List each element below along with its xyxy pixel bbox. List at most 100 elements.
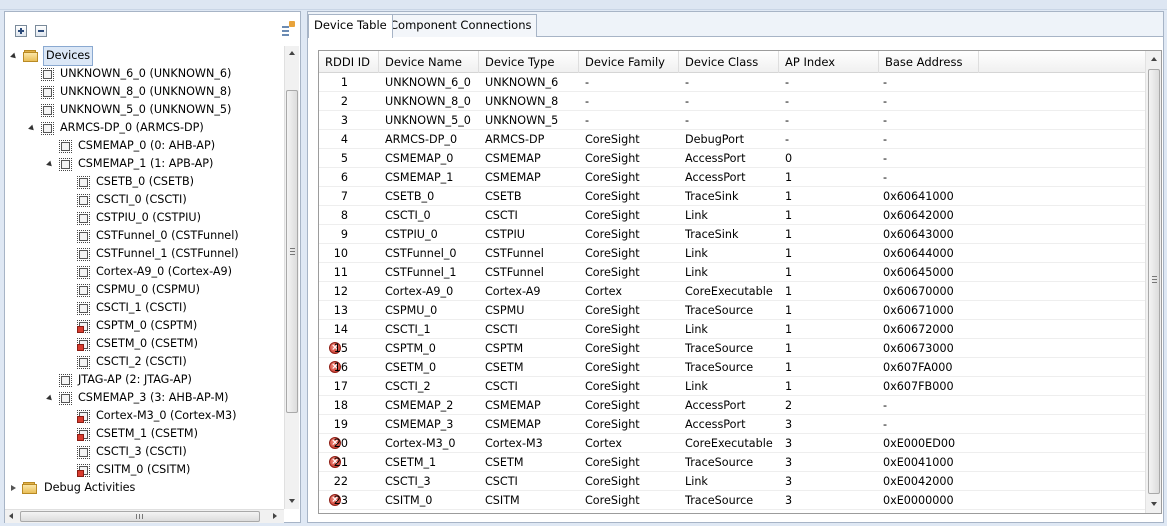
tree-item[interactable]: CSTFunnel_0 (CSTFunnel) [65, 227, 241, 245]
tree-item[interactable]: CSETM_1 (CSETM) [65, 425, 200, 443]
expanded-arrow-icon[interactable] [28, 124, 36, 132]
tab-component-connections[interactable]: Component Connections [384, 14, 538, 37]
cell-type: CSCTI [485, 323, 518, 336]
tree-item[interactable]: CSTFunnel_1 (CSTFunnel) [65, 245, 241, 263]
tree-item[interactable]: CSTPIU_0 (CSTPIU) [65, 209, 203, 227]
table-row[interactable]: 6 CSMEMAP_1 CSMEMAP CoreSight AccessPort 1 - [319, 168, 1145, 187]
tree-item[interactable]: CSETM_0 (CSETM) [65, 335, 200, 353]
tree-item[interactable]: CSCTI_1 (CSCTI) [65, 299, 189, 317]
scroll-up-icon[interactable] [289, 51, 295, 55]
expand-all-icon[interactable] [15, 25, 27, 37]
table-row[interactable]: 8 CSCTI_0 CSCTI CoreSight Link 1 0x60642000 [319, 206, 1145, 225]
tree-item[interactable]: CSMEMAP_0 (0: AHB-AP) [47, 137, 217, 155]
table-row[interactable]: × 15 CSPTM_0 CSPTM CoreSight TraceSource 1 0x60… [319, 339, 1145, 358]
tree-horizontal-scroll-thumb[interactable] [20, 511, 260, 522]
column-header-device-type[interactable]: Device Type [479, 51, 579, 73]
expanded-arrow-icon[interactable] [10, 52, 18, 60]
tree-vertical-scrollbar[interactable] [284, 46, 299, 509]
cell-rddi-id: 12 [333, 285, 348, 298]
tree-item[interactable]: UNKNOWN_6_0 (UNKNOWN_6) [29, 65, 233, 83]
collapsed-arrow-icon[interactable] [11, 485, 16, 491]
tree-item[interactable]: UNKNOWN_5_0 (UNKNOWN_5) [29, 101, 233, 119]
tree-item[interactable]: CSMEMAP_1 (1: APB-AP) [46, 155, 215, 173]
table-vertical-scrollbar[interactable] [1145, 51, 1161, 513]
cell-class: - [685, 95, 690, 108]
cell-rddi-id: 6 [340, 171, 348, 184]
collapse-all-icon[interactable] [35, 25, 47, 37]
tree-toolbar [5, 12, 300, 46]
tree-item[interactable]: CSCTI_3 (CSCTI) [65, 443, 189, 461]
cell-ap: 1 [785, 247, 793, 260]
cell-type: CSETB [485, 190, 522, 203]
table-row[interactable]: 9 CSTPIU_0 CSTPIU CoreSight TraceSink 1 0x6064… [319, 225, 1145, 244]
cell-class: Link [685, 323, 708, 336]
expanded-arrow-icon[interactable] [46, 394, 54, 402]
expanded-arrow-icon[interactable] [46, 160, 54, 168]
tree-item[interactable]: CSETB_0 (CSETB) [65, 173, 196, 191]
column-header-rddi-id[interactable]: RDDI ID [319, 51, 379, 73]
scroll-up-icon[interactable] [1151, 57, 1157, 61]
cell-ap: 0 [785, 152, 793, 165]
cell-ap: 1 [785, 190, 793, 203]
cell-type: UNKNOWN_6 [485, 76, 559, 89]
cell-family: - [585, 76, 590, 89]
scroll-down-icon[interactable] [1151, 502, 1157, 506]
column-header-device-family[interactable]: Device Family [579, 51, 679, 73]
table-row[interactable]: 10 CSTFunnel_0 CSTFunnel CoreSight Link 1 0x60… [319, 244, 1145, 263]
table-row[interactable]: 14 CSCTI_1 CSCTI CoreSight Link 1 0x60672000 [319, 320, 1145, 339]
table-row[interactable]: 7 CSETB_0 CSETB CoreSight TraceSink 1 0x606410… [319, 187, 1145, 206]
device-tree: Devices UNKNOWN_6_0 (UNKNOWN_6) UNKNOWN_8_… [5, 46, 284, 509]
column-header-ap-index[interactable]: AP Index [779, 51, 879, 73]
tree-horizontal-scrollbar[interactable] [5, 509, 284, 523]
cell-base: 0x60641000 [883, 190, 954, 203]
cell-name: UNKNOWN_8_0 [385, 95, 471, 108]
scroll-left-icon[interactable] [9, 513, 13, 519]
table-row[interactable]: 11 CSTFunnel_1 CSTFunnel CoreSight Link 1 0x60… [319, 263, 1145, 282]
cell-base: - [883, 418, 888, 431]
cell-family: CoreSight [585, 190, 640, 203]
tree-item[interactable]: UNKNOWN_8_0 (UNKNOWN_8) [29, 83, 233, 101]
cell-type: ARMCS-DP [485, 133, 545, 146]
tree-item[interactable]: Devices [10, 46, 94, 66]
tree-item[interactable]: JTAG-AP (2: JTAG-AP) [47, 371, 194, 389]
tree-item-label: CSITM_0 (CSITM) [96, 463, 191, 476]
cell-base: - [883, 76, 888, 89]
column-header-base-address[interactable]: Base Address [879, 51, 979, 73]
chip-icon [41, 85, 54, 99]
tree-item[interactable]: CSCTI_2 (CSCTI) [65, 353, 189, 371]
table-row[interactable]: × 23 CSITM_0 CSITM CoreSight TraceSource 3 0xE0… [319, 491, 1145, 510]
table-row[interactable]: 18 CSMEMAP_2 CSMEMAP CoreSight AccessPort 2 - [319, 396, 1145, 415]
table-row[interactable]: 4 ARMCS-DP_0 ARMCS-DP CoreSight DebugPort - - [319, 130, 1145, 149]
tree-item[interactable]: Cortex-A9_0 (Cortex-A9) [65, 263, 234, 281]
tree-vertical-scroll-thumb[interactable] [286, 90, 298, 413]
column-header-device-class[interactable]: Device Class [679, 51, 779, 73]
cell-ap: - [785, 133, 790, 146]
tree-item[interactable]: Debug Activities [11, 479, 137, 497]
table-row[interactable]: × 16 CSETM_0 CSETM CoreSight TraceSource 1 0x60… [319, 358, 1145, 377]
table-row[interactable]: 1 UNKNOWN_6_0 UNKNOWN_6 - - - - [319, 73, 1145, 92]
cell-family: CoreSight [585, 152, 640, 165]
table-row[interactable]: 12 Cortex-A9_0 Cortex-A9 Cortex CoreExecutab… [319, 282, 1145, 301]
tree-item[interactable]: CSPMU_0 (CSPMU) [65, 281, 202, 299]
scroll-down-icon[interactable] [289, 499, 295, 503]
table-row[interactable]: 22 CSCTI_3 CSCTI CoreSight Link 3 0xE0042000 [319, 472, 1145, 491]
tree-item[interactable]: CSCTI_0 (CSCTI) [65, 191, 189, 209]
table-row[interactable]: 17 CSCTI_2 CSCTI CoreSight Link 1 0x607FB000 [319, 377, 1145, 396]
tab-device-table[interactable]: Device Table [308, 14, 393, 38]
table-row[interactable]: 2 UNKNOWN_8_0 UNKNOWN_8 - - - - [319, 92, 1145, 111]
table-row[interactable]: 19 CSMEMAP_3 CSMEMAP CoreSight AccessPort 3 - [319, 415, 1145, 434]
tree-layout-icon[interactable] [279, 21, 295, 37]
tree-item[interactable]: CSMEMAP_3 (3: AHB-AP-M) [46, 389, 231, 407]
tree-item[interactable]: ARMCS-DP_0 (ARMCS-DP) [28, 119, 206, 137]
scroll-right-icon[interactable] [273, 513, 277, 519]
tree-item[interactable]: CSITM_0 (CSITM) [65, 461, 192, 479]
table-row[interactable]: 13 CSPMU_0 CSPMU CoreSight TraceSource 1 0x606… [319, 301, 1145, 320]
table-vertical-scroll-thumb[interactable] [1148, 69, 1160, 494]
table-row[interactable]: 3 UNKNOWN_5_0 UNKNOWN_5 - - - - [319, 111, 1145, 130]
table-row[interactable]: 5 CSMEMAP_0 CSMEMAP CoreSight AccessPort 0 - [319, 149, 1145, 168]
table-row[interactable]: × 20 Cortex-M3_0 Cortex-M3 Cortex CoreExecuta… [319, 434, 1145, 453]
column-header-device-name[interactable]: Device Name [379, 51, 479, 73]
tree-item[interactable]: Cortex-M3_0 (Cortex-M3) [65, 407, 239, 425]
table-row[interactable]: × 21 CSETM_1 CSETM CoreSight TraceSource 3 0xE0… [319, 453, 1145, 472]
tree-item[interactable]: CSPTM_0 (CSPTM) [65, 317, 199, 335]
